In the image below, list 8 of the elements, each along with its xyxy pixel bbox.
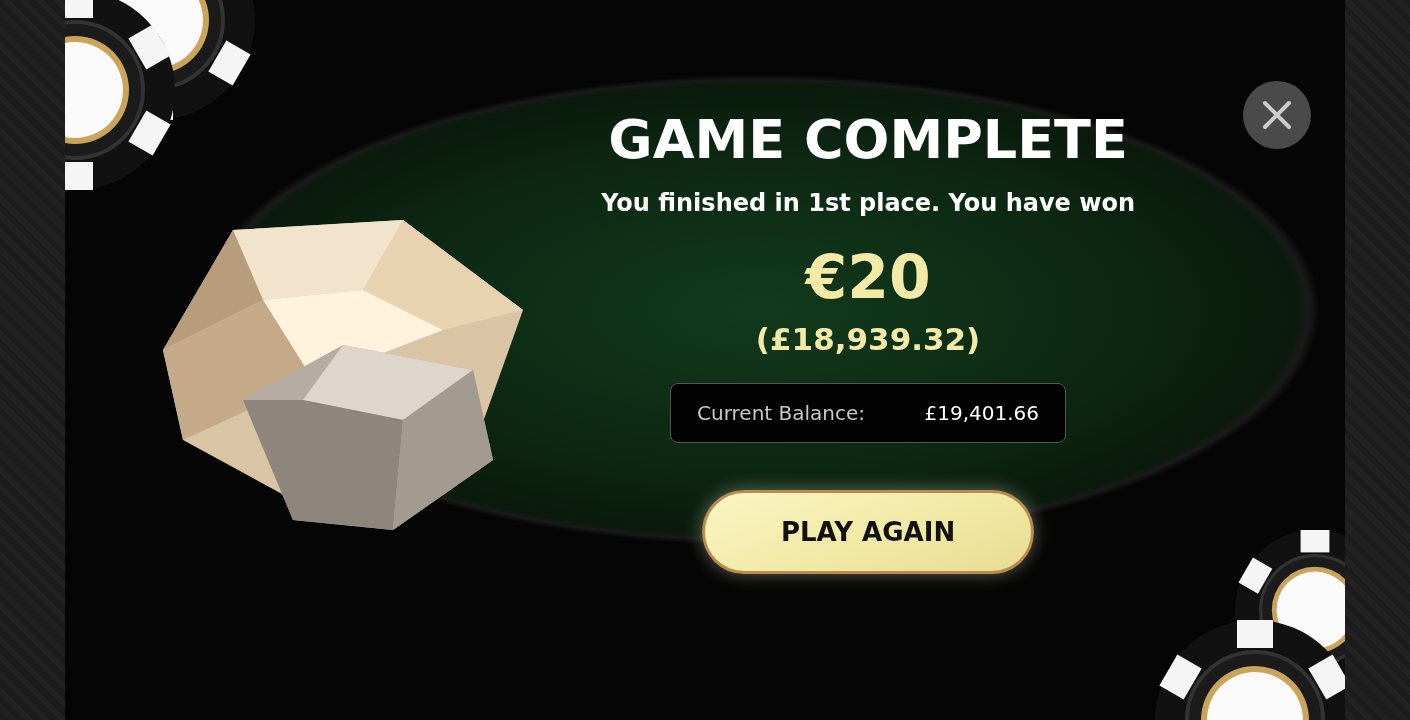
dialog-title: GAME COMPLETE [608,108,1128,171]
balance-value: £19,401.66 [924,401,1040,425]
result-message: You finished in 1st place. You have won [601,189,1135,217]
prize-amount: €20 [805,247,931,307]
play-again-button[interactable]: PLAY AGAIN [702,490,1035,574]
close-icon [1262,100,1292,130]
converted-prize-amount: (£18,939.32) [755,321,981,357]
balance-label: Current Balance: [697,401,866,425]
